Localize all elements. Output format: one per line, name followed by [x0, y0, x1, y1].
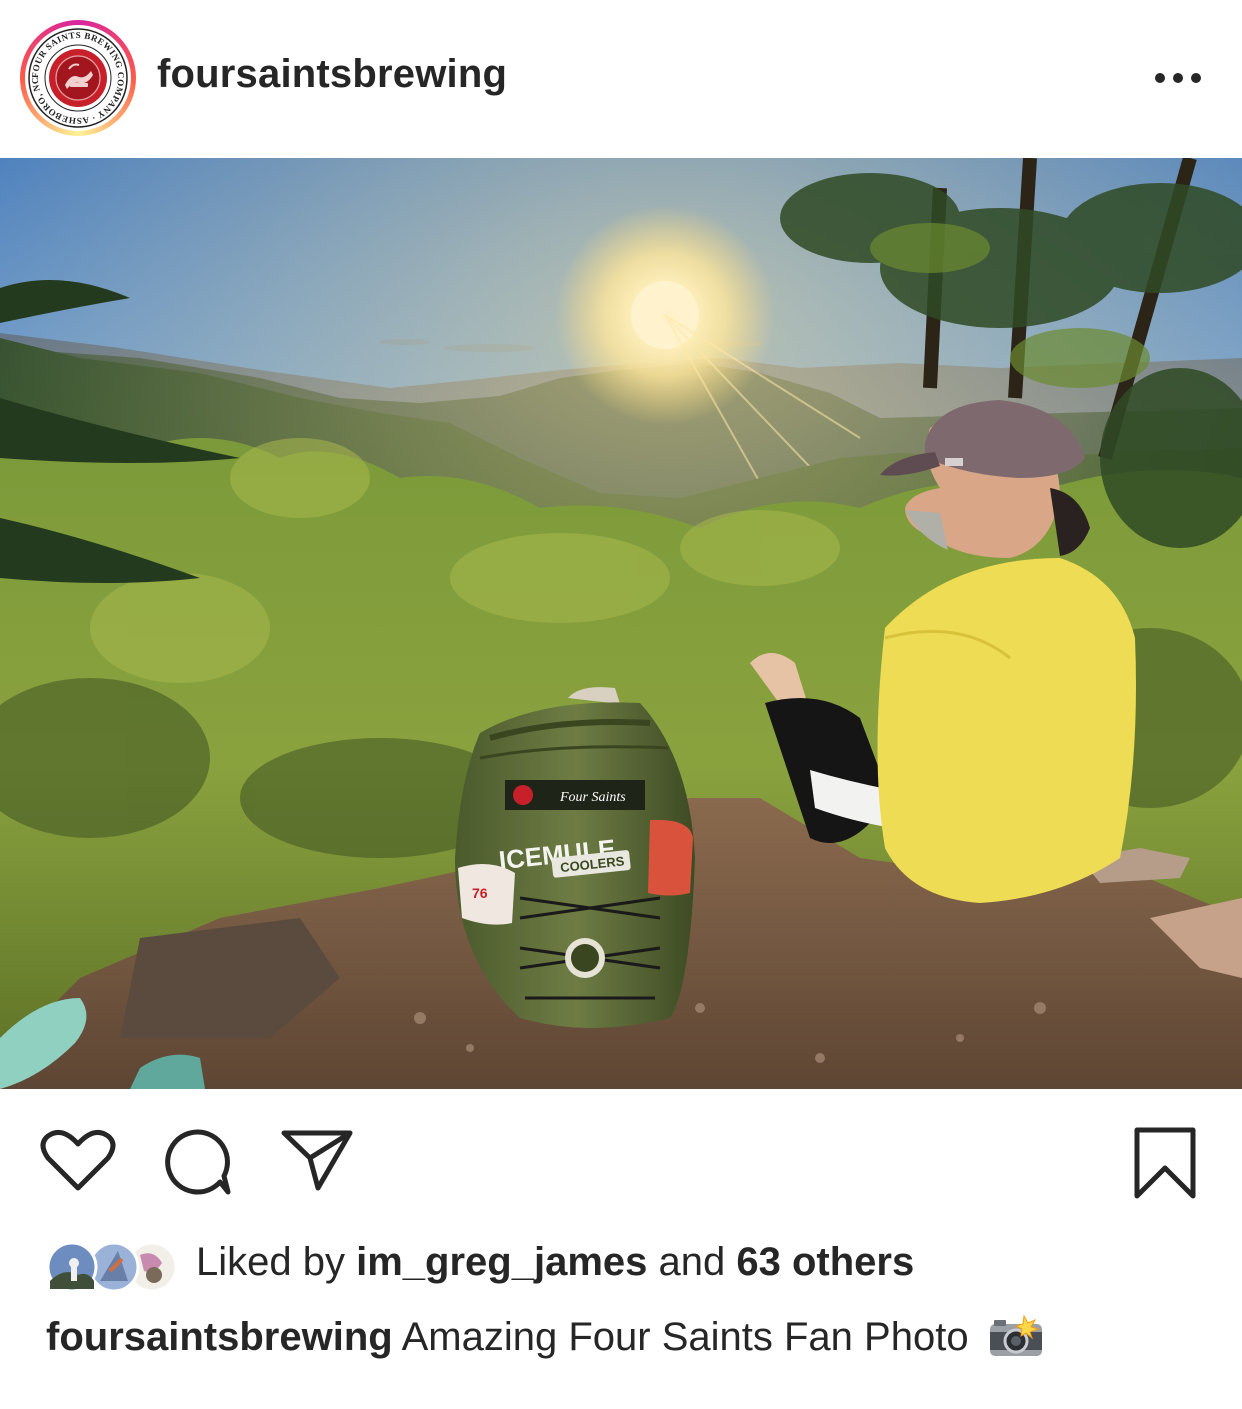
- likes-middle: and: [647, 1240, 737, 1284]
- svg-text:Four Saints: Four Saints: [559, 790, 626, 805]
- bookmark-icon: [1134, 1127, 1196, 1199]
- avatar-inner: FOUR SAINTS BREWING COMPANY · ASHEBORO, …: [23, 17, 131, 131]
- camera-flash-icon: [989, 1314, 1042, 1356]
- save-button[interactable]: [1132, 1126, 1198, 1200]
- cooler-bag: Four Saints ICEMULE COOLERS 76: [455, 687, 695, 1028]
- more-horizontal-icon: [1155, 73, 1201, 83]
- caption-text: Amazing Four Saints Fan Photo: [392, 1315, 969, 1359]
- post-username[interactable]: foursaintsbrewing: [157, 52, 507, 97]
- likes-prefix: Liked by: [196, 1240, 357, 1284]
- likes-row: Liked by im_greg_james and 63 others: [44, 1238, 1194, 1294]
- profile-avatar[interactable]: FOUR SAINTS BREWING COMPANY · ASHEBORO, …: [20, 17, 136, 136]
- liker-avatars[interactable]: [44, 1241, 180, 1293]
- scenic-photo: Four Saints ICEMULE COOLERS 76: [0, 158, 1242, 1089]
- likes-others-count[interactable]: 63 others: [736, 1240, 914, 1284]
- comment-icon: [165, 1129, 231, 1195]
- liker-username[interactable]: im_greg_james: [356, 1240, 647, 1284]
- liker-avatar-stack: [46, 1241, 178, 1293]
- more-options-button[interactable]: [1150, 60, 1206, 96]
- post-header: FOUR SAINTS BREWING COMPANY · ASHEBORO, …: [0, 0, 1242, 158]
- like-button[interactable]: [40, 1128, 116, 1194]
- post-caption: foursaintsbrewing Amazing Four Saints Fa…: [46, 1314, 1044, 1360]
- svg-text:76: 76: [472, 885, 488, 901]
- caption-username[interactable]: foursaintsbrewing: [46, 1315, 393, 1359]
- likes-summary[interactable]: Liked by im_greg_james and 63 others: [196, 1240, 914, 1285]
- share-button[interactable]: [280, 1128, 354, 1192]
- send-icon: [281, 1130, 353, 1191]
- comment-button[interactable]: [162, 1126, 234, 1198]
- post-photo[interactable]: Four Saints ICEMULE COOLERS 76: [0, 158, 1242, 1089]
- brewery-seal-logo: FOUR SAINTS BREWING COMPANY · ASHEBORO, …: [23, 17, 128, 128]
- heart-icon: [40, 1129, 116, 1191]
